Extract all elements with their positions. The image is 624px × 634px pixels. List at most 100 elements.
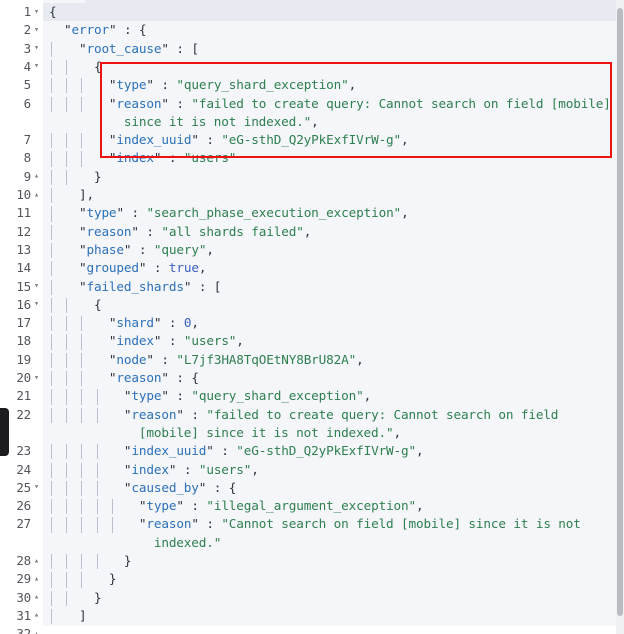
- fold-placeholder-icon: [31, 204, 42, 222]
- code-line[interactable]: indexed.": [43, 534, 616, 552]
- line-number-19: 19: [0, 351, 43, 369]
- line-number-8: 8: [0, 149, 43, 167]
- code-line[interactable]: "type" : "search_phase_execution_excepti…: [43, 204, 616, 222]
- code-line[interactable]: "type" : "query_shard_exception",: [43, 76, 616, 94]
- fold-placeholder-icon: [31, 497, 42, 515]
- line-number-label: 30: [16, 589, 31, 605]
- code-line[interactable]: }: [43, 552, 616, 570]
- line-number-16[interactable]: 16 ▾: [0, 296, 43, 314]
- fold-placeholder-icon: [31, 76, 42, 94]
- fold-expanded-icon[interactable]: ▾: [31, 39, 42, 57]
- line-number-15[interactable]: 15 ▾: [0, 278, 43, 296]
- fold-collapse-icon[interactable]: ▴: [31, 625, 42, 634]
- code-line[interactable]: "index" : "users",: [43, 332, 616, 350]
- code-line[interactable]: "reason" : "failed to create query: Cann…: [43, 95, 616, 113]
- line-number-gutter[interactable]: 1 ▾ 2 ▾ 3 ▾ 4 ▾ 5 6 7 8 9 ▴ 10 ▴ 11 12 13 14 15 ▾ 16 ▾ 1…: [0, 0, 43, 634]
- code-line[interactable]: "reason" : "failed to create query: Cann…: [43, 406, 616, 424]
- line-number-label: 26: [16, 498, 31, 514]
- line-number-4[interactable]: 4 ▾: [0, 58, 43, 76]
- code-line[interactable]: "node" : "L7jf3HA8TqOEtNY8BrU82A",: [43, 351, 616, 369]
- code-line[interactable]: {: [43, 296, 616, 314]
- code-line[interactable]: {: [43, 3, 616, 21]
- fold-expanded-icon[interactable]: ▾: [31, 21, 42, 39]
- code-line[interactable]: "type" : "query_shard_exception",: [43, 387, 616, 405]
- code-line[interactable]: "error" : {: [43, 21, 616, 39]
- line-number-label: 23: [16, 443, 31, 459]
- code-line[interactable]: }: [43, 589, 616, 607]
- code-line[interactable]: "grouped" : true,: [43, 259, 616, 277]
- line-number-25[interactable]: 25 ▾: [0, 479, 43, 497]
- code-line[interactable]: "root_cause" : [: [43, 40, 616, 58]
- line-number-1[interactable]: 1 ▾: [0, 3, 43, 21]
- fold-collapse-icon[interactable]: ▴: [31, 570, 42, 588]
- fold-collapse-icon[interactable]: ▴: [31, 167, 42, 185]
- fold-expanded-icon[interactable]: ▾: [31, 3, 42, 21]
- line-number-3[interactable]: 3 ▾: [0, 40, 43, 58]
- fold-collapse-icon[interactable]: ▴: [31, 186, 42, 204]
- code-line[interactable]: }: [43, 168, 616, 186]
- fold-expanded-icon[interactable]: ▾: [31, 277, 42, 295]
- code-line[interactable]: "reason" : {: [43, 369, 616, 387]
- fold-placeholder-icon: [31, 222, 42, 240]
- code-line[interactable]: [mobile] since it is not indexed.",: [43, 424, 616, 442]
- line-number-32[interactable]: 32 ▴: [0, 625, 43, 634]
- left-edge-drag-handle[interactable]: [0, 408, 9, 456]
- line-number-label: 18: [16, 333, 31, 349]
- line-number-label: 15: [16, 278, 31, 294]
- line-number-26: 26: [0, 497, 43, 515]
- code-line[interactable]: }: [43, 570, 616, 588]
- line-number-28[interactable]: 28 ▴: [0, 552, 43, 570]
- code-line[interactable]: "index_uuid" : "eG-sthD_Q2yPkExfIVrW-g",: [43, 442, 616, 460]
- fold-expanded-icon[interactable]: ▾: [31, 295, 42, 313]
- code-line[interactable]: "phase" : "query",: [43, 241, 616, 259]
- fold-collapse-icon[interactable]: ▴: [31, 588, 42, 606]
- code-line[interactable]: "caused_by" : {: [43, 479, 616, 497]
- code-line[interactable]: {: [43, 58, 616, 76]
- code-line[interactable]: "failed_shards" : [: [43, 278, 616, 296]
- code-line[interactable]: ]: [43, 607, 616, 625]
- line-number-18: 18: [0, 332, 43, 350]
- code-line[interactable]: "shard" : 0,: [43, 314, 616, 332]
- line-number-label: 29: [16, 571, 31, 587]
- code-line[interactable]: "type" : "illegal_argument_exception",: [43, 497, 616, 515]
- line-number-label: 1: [23, 4, 32, 19]
- line-number-17: 17: [0, 314, 43, 332]
- fold-expanded-icon[interactable]: ▾: [31, 478, 42, 496]
- line-number-2[interactable]: 2 ▾: [0, 21, 43, 39]
- fold-collapse-icon[interactable]: ▴: [31, 606, 42, 624]
- line-number-label: 32: [16, 626, 31, 634]
- code-line[interactable]: "index" : "users": [43, 149, 616, 167]
- fold-placeholder-icon: [31, 240, 42, 258]
- fold-placeholder-icon: [31, 112, 42, 130]
- code-line[interactable]: "reason" : "all shards failed",: [43, 223, 616, 241]
- line-number-wrap-continuation: [0, 113, 43, 131]
- code-line[interactable]: since it is not indexed.",: [43, 113, 616, 131]
- line-number-7: 7: [0, 131, 43, 149]
- line-number-9[interactable]: 9 ▴: [0, 168, 43, 186]
- line-number-20[interactable]: 20 ▾: [0, 369, 43, 387]
- line-number-11: 11: [0, 204, 43, 222]
- line-number-12: 12: [0, 223, 43, 241]
- fold-expanded-icon[interactable]: ▾: [31, 369, 42, 387]
- code-line[interactable]: "index_uuid" : "eG-sthD_Q2yPkExfIVrW-g",: [43, 131, 616, 149]
- fold-placeholder-icon: [31, 314, 42, 332]
- line-number-label: 4: [23, 58, 32, 74]
- line-number-label: 3: [23, 40, 32, 56]
- line-number-wrap-continuation: [0, 534, 43, 552]
- fold-placeholder-icon: [31, 259, 42, 277]
- line-number-24: 24: [0, 461, 43, 479]
- line-number-10[interactable]: 10 ▴: [0, 186, 43, 204]
- code-line[interactable]: "reason" : "Cannot search on field [mobi…: [43, 515, 616, 533]
- fold-expanded-icon[interactable]: ▾: [31, 57, 42, 75]
- line-number-31[interactable]: 31 ▴: [0, 607, 43, 625]
- fold-collapse-icon[interactable]: ▴: [31, 552, 42, 570]
- code-line[interactable]: ],: [43, 186, 616, 204]
- json-viewer[interactable]: { "error" : { "root_cause" : [ { "type" …: [0, 0, 624, 634]
- line-number-30[interactable]: 30 ▴: [0, 589, 43, 607]
- vertical-scrollbar-thumb[interactable]: [617, 8, 623, 616]
- line-number-label: 14: [16, 260, 31, 276]
- code-line[interactable]: "index" : "users",: [43, 461, 616, 479]
- line-number-21: 21: [0, 387, 43, 405]
- code-area[interactable]: { "error" : { "root_cause" : [ { "type" …: [43, 0, 616, 634]
- line-number-29[interactable]: 29 ▴: [0, 570, 43, 588]
